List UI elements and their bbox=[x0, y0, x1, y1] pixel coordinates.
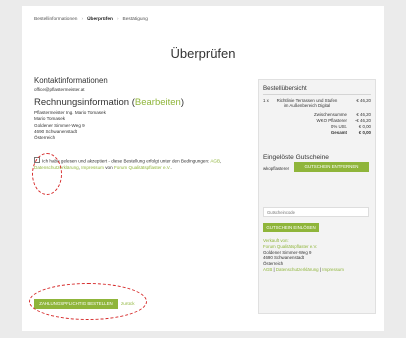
checkout-page: Bestellinformationen › Überprüfen › Bestätig… bbox=[22, 6, 384, 331]
redeemed-coupon-code: wkopflasterer bbox=[263, 166, 290, 171]
seller-privacy-link[interactable]: Datenschutzerklärung bbox=[276, 267, 319, 272]
breadcrumb-separator: › bbox=[116, 17, 119, 22]
billing-heading: Rechnungsinformation (Bearbeiten) bbox=[34, 97, 184, 108]
summary-heading: Bestellübersicht bbox=[263, 85, 307, 92]
contact-heading: Kontaktinformationen bbox=[34, 76, 108, 85]
terms-checkbox[interactable] bbox=[34, 157, 40, 163]
terms-from-word: von bbox=[105, 164, 113, 170]
billing-address: Pflastermeister Ing. Mario Tomasek Mario… bbox=[34, 110, 239, 141]
item-price: € 46,20 bbox=[356, 98, 371, 103]
item-name: Richtlinie Terrassen und Stufen im Außen… bbox=[276, 98, 338, 109]
seller-imprint-link[interactable]: Impressum bbox=[322, 267, 344, 272]
summary-totals: Zwischensumme € 46,20 WKO Pflasterer -€ 46… bbox=[314, 112, 371, 136]
seller-legal-links: AGB | Datenschutzerklärung | Impressum bbox=[263, 267, 344, 273]
link-separator: | bbox=[319, 266, 321, 272]
terms-text: Ich habe gelesen und akzeptiert - diese … bbox=[42, 158, 210, 164]
coupons-heading: Eingelöste Gutscheine bbox=[263, 154, 329, 161]
total-row-grand: Gesamt € 0,00 bbox=[314, 130, 371, 136]
order-summary-panel: Bestellübersicht 1 x Richtlinie Terrasse… bbox=[258, 79, 376, 314]
contact-email: office@pflastermeister.at bbox=[34, 87, 85, 92]
total-value: € 0,00 bbox=[358, 130, 371, 135]
terms-acceptance: Ich habe gelesen und akzeptiert - diese … bbox=[34, 157, 222, 170]
remove-coupon-button[interactable]: Gutschein entfernen bbox=[294, 162, 369, 172]
terms-privacy-link[interactable]: Datenschutzerklärung bbox=[34, 165, 79, 170]
item-quantity: 1 x bbox=[263, 98, 269, 103]
breadcrumb-separator: › bbox=[81, 17, 84, 22]
customer-info: Kontaktinformationen office@pflastermeis… bbox=[34, 76, 239, 141]
seller-agb-link[interactable]: AGB bbox=[263, 267, 272, 272]
terms-imprint-link[interactable]: Impressum bbox=[81, 165, 104, 170]
breadcrumb-step-review: Überprüfen bbox=[87, 17, 113, 22]
page-title: Überprüfen bbox=[170, 46, 236, 61]
terms-vendor-link[interactable]: Forum Qualitätspflaster e.V. bbox=[114, 165, 171, 170]
order-actions: Zahlungspflichtig bestellen zurück bbox=[34, 295, 135, 313]
breadcrumb-step-confirm: Bestätigung bbox=[122, 17, 148, 22]
place-order-button[interactable]: Zahlungspflichtig bestellen bbox=[34, 298, 118, 309]
billing-line: Österreich bbox=[34, 135, 56, 141]
link-separator: | bbox=[273, 266, 275, 272]
total-label: Gesamt bbox=[330, 130, 347, 135]
billing-heading-text: Rechnungsinformation bbox=[34, 97, 130, 108]
breadcrumb: Bestellinformationen › Überprüfen › Bestätig… bbox=[34, 17, 148, 22]
redeem-coupon-button[interactable]: Gutschein einlösen bbox=[263, 223, 319, 232]
summary-divider bbox=[263, 94, 371, 95]
edit-billing-link[interactable]: Bearbeiten bbox=[135, 97, 181, 108]
seller-info: Verkauft von: Forum Qualitätspflaster e.… bbox=[263, 238, 344, 273]
terms-agb-link[interactable]: AGB bbox=[210, 159, 220, 164]
coupon-code-input[interactable] bbox=[263, 207, 369, 217]
back-link[interactable]: zurück bbox=[121, 301, 135, 306]
breadcrumb-step-info[interactable]: Bestellinformationen bbox=[34, 17, 77, 22]
